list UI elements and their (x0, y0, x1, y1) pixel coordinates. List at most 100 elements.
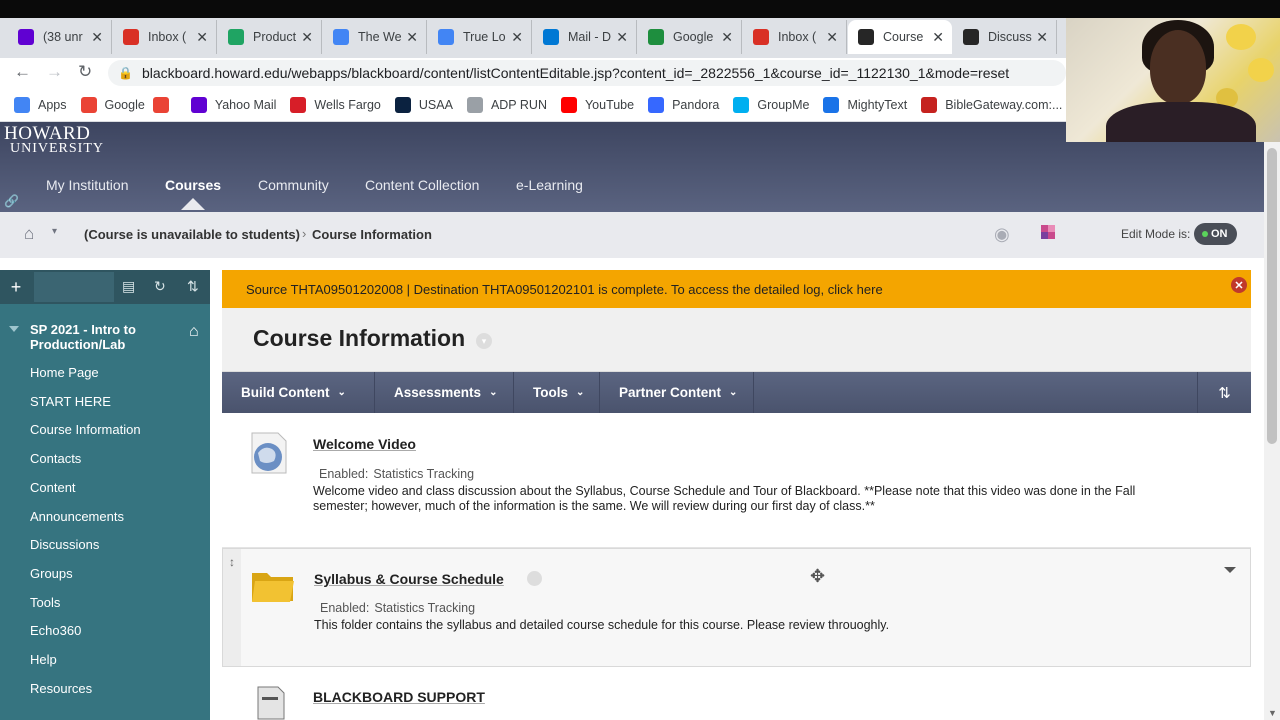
refresh-icon[interactable]: ↻ (154, 278, 166, 295)
assessments-button[interactable]: Assessments ⌄ (375, 372, 514, 413)
bookmark-item[interactable]: ADP RUN (466, 96, 547, 113)
close-icon[interactable]: ✕ (721, 29, 733, 46)
home-icon[interactable]: ⌂ (24, 224, 34, 244)
alert-text[interactable]: Source THTA09501202008 | Destination THT… (246, 282, 883, 297)
item-options-icon[interactable] (1224, 567, 1236, 573)
nav-community[interactable]: Community (258, 177, 329, 193)
course-home-icon[interactable]: ⌂ (189, 323, 199, 341)
link-icon[interactable]: 🔗 (4, 194, 19, 208)
course-menu-item[interactable]: Resources (30, 681, 92, 696)
bookmark-item[interactable]: MightyText (823, 96, 907, 113)
course-menu-item[interactable]: Discussions (30, 537, 99, 552)
close-icon[interactable]: ✕ (511, 29, 523, 46)
close-icon[interactable]: ✕ (826, 29, 838, 46)
course-menu-item[interactable]: Home Page (30, 365, 99, 380)
tracking-link[interactable]: Statistics Tracking (374, 601, 475, 615)
bookmark-item[interactable] (152, 96, 177, 113)
course-menu-item[interactable]: Help (30, 652, 57, 667)
breadcrumb-course[interactable]: (Course is unavailable to students) (84, 227, 300, 242)
drag-handle-icon[interactable]: ↕ (223, 549, 241, 666)
close-icon[interactable]: ✕ (932, 29, 944, 46)
back-arrow-icon[interactable]: ← (14, 62, 31, 82)
course-menu-item[interactable]: Announcements (30, 509, 124, 524)
reorder-icon[interactable]: ⇅ (187, 278, 199, 295)
sort-icon[interactable]: ⇅ (1197, 372, 1251, 413)
close-icon[interactable]: ✕ (616, 29, 628, 46)
content-item: ↕ Syllabus & Course Schedule Enabled: Sta… (222, 548, 1251, 667)
item-title[interactable]: Syllabus & Course Schedule (314, 571, 504, 587)
item-title[interactable]: BLACKBOARD SUPPORT (313, 689, 485, 705)
browser-tab[interactable]: Product ✕ (218, 20, 322, 54)
logo-line1: HOWARD (4, 123, 91, 144)
google-classroom-icon (648, 29, 664, 45)
nav-courses[interactable]: Courses (165, 177, 221, 193)
enabled-label: Enabled: (319, 467, 369, 481)
build-content-button[interactable]: Build Content ⌄ (222, 372, 375, 413)
bookmark-item[interactable]: GroupMe (733, 96, 809, 113)
nav-content-collection[interactable]: Content Collection (365, 177, 479, 193)
bookmark-label: USAA (418, 97, 453, 112)
add-menu-item-icon[interactable]: + (0, 270, 32, 304)
chevron-down-icon: ⌄ (489, 387, 498, 398)
logo-line2: UNIVERSITY (10, 141, 104, 156)
browser-tab[interactable]: Inbox (✕ (113, 20, 217, 54)
course-menu-item[interactable]: Groups (30, 566, 73, 581)
scroll-down-arrow-icon[interactable]: ▼ (1268, 708, 1277, 718)
browser-tab[interactable]: Discuss ✕ (953, 20, 1057, 54)
url-field[interactable]: 🔒 blackboard.howard.edu/webapps/blackboa… (108, 60, 1066, 86)
student-preview-icon[interactable]: ◉ (994, 224, 1010, 245)
chevron-down-icon[interactable]: ▾ (476, 333, 492, 349)
bookmark-item[interactable]: Wells Fargo (290, 96, 381, 113)
nav-e-learning[interactable]: e-Learning (516, 177, 583, 193)
browser-tab[interactable]: Mail - D ✕ (533, 20, 637, 54)
presenter-body (1106, 102, 1256, 142)
bookmark-item[interactable]: Yahoo Mail (190, 96, 276, 113)
close-icon[interactable]: ✕ (406, 29, 418, 46)
browser-tab[interactable]: Inbox (✕ (743, 20, 847, 54)
close-icon[interactable]: ✕ (301, 29, 313, 46)
course-menu-item[interactable]: Echo360 (30, 623, 81, 638)
bookmark-item[interactable]: USAA (394, 96, 453, 113)
howard-logo[interactable]: HOWARD UNIVERSITY (4, 123, 104, 156)
chevron-down-icon[interactable] (527, 571, 542, 586)
course-menu-item[interactable]: Course Information (30, 422, 141, 437)
chevron-down-icon[interactable]: ▾ (52, 226, 57, 237)
bookmark-item[interactable]: BibleGateway.com:... (921, 96, 1062, 113)
close-icon[interactable]: ✕ (1036, 29, 1048, 46)
course-menu-item[interactable]: Content (30, 480, 76, 495)
course-menu-item[interactable]: Tools (30, 595, 60, 610)
collapse-caret-icon[interactable] (9, 326, 19, 332)
bookmark-item[interactable]: YouTube (560, 96, 634, 113)
browser-tab[interactable]: The We ✕ (323, 20, 427, 54)
page-scrollbar[interactable]: ▼ (1264, 142, 1280, 720)
close-icon[interactable]: ✕ (91, 29, 103, 46)
bookmark-icon (560, 96, 577, 113)
course-menu-item[interactable]: Contacts (30, 451, 81, 466)
reload-icon[interactable]: ↻ (78, 62, 92, 82)
nav-my-institution[interactable]: My Institution (46, 177, 128, 193)
edit-mode-toggle[interactable]: ON (1194, 223, 1237, 245)
tools-button[interactable]: Tools ⌄ (514, 372, 600, 413)
browser-tab[interactable]: (38 unr ✕ (8, 20, 112, 54)
bookmark-label: ADP RUN (490, 97, 547, 112)
tab-label: True Lo (463, 30, 506, 44)
browser-tab[interactable]: Google ✕ (638, 20, 742, 54)
item-title[interactable]: Welcome Video (313, 436, 416, 452)
receipt-alert: Source THTA09501202008 | Destination THT… (222, 270, 1251, 308)
close-icon[interactable]: ✕ (1231, 277, 1247, 293)
content-item: BLACKBOARD SUPPORT (222, 667, 1251, 720)
close-icon[interactable]: ✕ (196, 29, 208, 46)
bookmark-item[interactable]: Pandora (648, 96, 719, 113)
scrollbar-thumb[interactable] (1267, 148, 1277, 444)
course-menu-item[interactable]: START HERE (30, 394, 111, 409)
course-title[interactable]: SP 2021 - Intro to Production/Lab (30, 322, 180, 352)
browser-tab[interactable]: Course ✕ (848, 20, 952, 54)
bookmark-item[interactable]: Google (80, 96, 145, 113)
reports-icon[interactable] (1040, 224, 1056, 240)
bookmark-item[interactable]: Apps (14, 96, 67, 113)
folder-view-icon[interactable]: ▤ (122, 278, 135, 295)
tracking-link[interactable]: Statistics Tracking (373, 467, 474, 481)
browser-tab[interactable]: True Lo ✕ (428, 20, 532, 54)
forward-arrow-icon[interactable]: → (46, 62, 63, 82)
partner-content-button[interactable]: Partner Content ⌄ (600, 372, 754, 413)
